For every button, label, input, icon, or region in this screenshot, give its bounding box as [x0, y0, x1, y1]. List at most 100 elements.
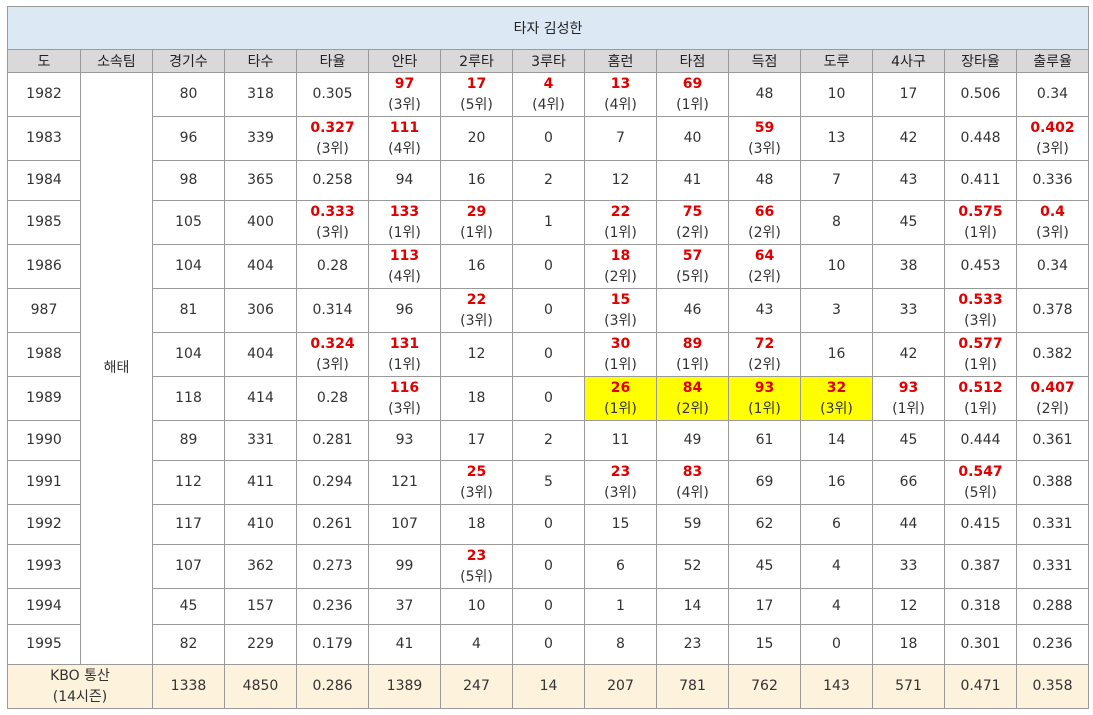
stats-table-container: 타자 김성한 도 소속팀 경기수 타수 타율 안타 2루타 3루타 홈런 타점 득점 도루 4사구 장타율…: [6, 6, 1090, 709]
stat-value: 0.577: [958, 335, 1003, 352]
team-cell: 해태: [80, 72, 153, 665]
stat-cell: 44: [872, 504, 945, 545]
rank-label: (3위): [460, 484, 493, 501]
stat-cell: 59: [656, 504, 729, 545]
stat-value: 0.387: [960, 558, 1001, 574]
stat-cell: 7: [800, 160, 873, 201]
stat-cell: 107: [368, 504, 441, 545]
stat-value: 17: [466, 75, 487, 92]
stat-value: 0.236: [312, 598, 353, 614]
stat-cell: 16: [440, 244, 513, 289]
stat-cell: 331: [224, 420, 297, 461]
stat-cell: 89: [152, 420, 225, 461]
column-header: 출루율: [1015, 49, 1090, 73]
stat-cell: 14: [656, 588, 729, 625]
stat-value: 49: [683, 432, 702, 448]
stat-cell: 8: [584, 624, 657, 665]
stat-value: 26: [610, 379, 631, 396]
rank-label: (3위): [388, 400, 421, 417]
stat-value: 411: [247, 474, 274, 490]
stat-cell: 15: [728, 624, 801, 665]
stat-cell: 0.361: [1015, 420, 1090, 461]
stat-value: 46: [683, 302, 702, 318]
table-row: 1982 해태 80 318 0.305 97 (3위) 17 (5위) 4 (4위) 13 (4위) 6…: [7, 72, 1090, 665]
year-cell: 1993: [7, 544, 81, 589]
stat-cell: 0: [512, 624, 585, 665]
rank-label: (3위): [748, 140, 781, 157]
stat-value: 229: [247, 636, 274, 652]
stat-value: 8: [832, 214, 841, 230]
stat-cell: 12: [584, 160, 657, 201]
stat-cell: 362: [224, 544, 297, 589]
stat-cell: 0.577 (1위): [944, 332, 1017, 377]
stat-cell: 3: [800, 288, 873, 333]
stat-cell: 0.294: [296, 460, 369, 505]
stat-value: 22: [610, 203, 631, 220]
total-row: KBO 통산 (14시즌) 1338 4850 0.286 1389 247 14 207 781…: [7, 664, 1090, 709]
total-stat-cell: 247: [440, 664, 513, 709]
total-stat-cell: 781: [656, 664, 729, 709]
stat-cell: 339: [224, 116, 297, 161]
stat-cell: 0.236: [296, 588, 369, 625]
stat-cell: 0.261: [296, 504, 369, 545]
stat-value: 15: [755, 636, 774, 652]
stat-cell: 131 (1위): [368, 332, 441, 377]
stat-value: 0.318: [960, 598, 1001, 614]
year-cell: 1988: [7, 332, 81, 377]
stat-value: 0.378: [1032, 302, 1073, 318]
stat-cell: 20: [440, 116, 513, 161]
stat-cell: 13 (4위): [584, 72, 657, 117]
table-row: 1994 45 157 0.236 37 10 0 1 14 17 4 12 0.318 0.288: [7, 588, 1090, 625]
column-header: 3루타: [512, 49, 585, 73]
stat-cell: 400: [224, 200, 297, 245]
stat-value: 20: [467, 130, 486, 146]
stat-cell: 0.258: [296, 160, 369, 201]
stat-value: 30: [610, 335, 631, 352]
stat-value: 23: [466, 547, 487, 564]
stat-cell: 0: [512, 116, 585, 161]
stat-value: 16: [467, 172, 486, 188]
stat-cell: 45: [728, 544, 801, 589]
stat-value: 0.273: [312, 558, 353, 574]
stat-cell: 30 (1위): [584, 332, 657, 377]
stat-value: 0: [544, 346, 553, 362]
stat-value: 99: [395, 558, 414, 574]
stat-cell: 18: [440, 376, 513, 421]
rank-label: (1위): [676, 96, 709, 113]
stat-value: 75: [682, 203, 703, 220]
total-stat-cell: 1338: [152, 664, 225, 709]
stat-value: 16: [827, 474, 846, 490]
stat-value: 41: [683, 172, 702, 188]
stat-cell: 97 (3위): [368, 72, 441, 117]
stat-cell: 0.387: [944, 544, 1017, 589]
rank-label: (1위): [964, 356, 997, 373]
stat-value: 0.444: [960, 432, 1001, 448]
stat-cell: 0.331: [1015, 544, 1090, 589]
stat-value: 365: [247, 172, 274, 188]
stat-cell: 0: [512, 544, 585, 589]
stat-value: 80: [179, 86, 198, 102]
stat-cell: 12: [872, 588, 945, 625]
stat-value: 0.333: [310, 203, 355, 220]
stat-value: 17: [899, 86, 918, 102]
stat-value: 1: [544, 214, 553, 230]
stat-cell: 16: [440, 160, 513, 201]
column-header: 4사구: [872, 49, 945, 73]
table-body: 1982 해태 80 318 0.305 97 (3위) 17 (5위) 4 (4위) 13 (4위) 6…: [7, 72, 1090, 709]
total-stat-cell: 207: [584, 664, 657, 709]
stat-value: 10: [827, 258, 846, 274]
stat-cell: 52: [656, 544, 729, 589]
year-cell: 1985: [7, 200, 81, 245]
stat-cell: 10: [800, 244, 873, 289]
stat-cell: 94: [368, 160, 441, 201]
stat-value: 0: [544, 302, 553, 318]
stat-value: 0.327: [310, 119, 355, 136]
stat-value: 2: [544, 432, 553, 448]
stat-value: 33: [899, 558, 918, 574]
stat-cell: 69: [728, 460, 801, 505]
stat-cell: 0.288: [1015, 588, 1090, 625]
rank-label: (3위): [604, 484, 637, 501]
stat-value: 0: [544, 636, 553, 652]
stat-value: 72: [754, 335, 775, 352]
stat-value: 18: [467, 516, 486, 532]
